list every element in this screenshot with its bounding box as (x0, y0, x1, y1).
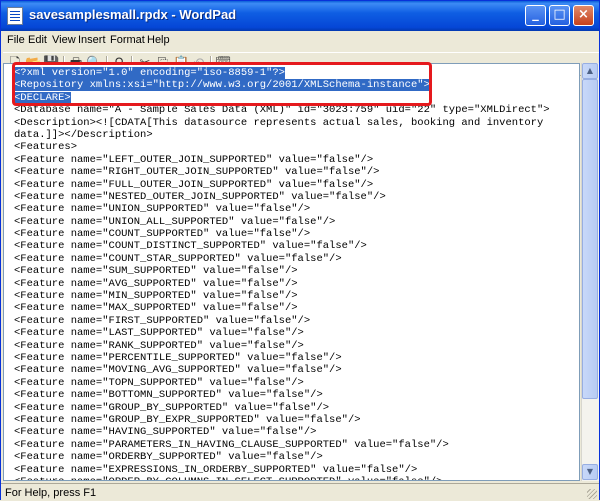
resize-grip[interactable] (587, 489, 597, 499)
document-lines: <?xml version="1.0" encoding="iso-8859-1… (14, 67, 550, 480)
menu-insert[interactable]: Insert (78, 34, 106, 46)
document-line: <Feature name="BOTTOMN_SUPPORTED" value=… (14, 389, 323, 402)
scroll-down-button[interactable]: ▼ (582, 464, 598, 480)
document-line: <Feature name="RANK_SUPPORTED" value="fa… (14, 339, 304, 352)
document-line: <Feature name="COUNT_SUPPORTED" value="f… (14, 228, 311, 241)
maximize-button[interactable]: □ (549, 5, 570, 26)
document-line: <Features> (14, 141, 78, 154)
scroll-up-button[interactable]: ▲ (582, 63, 598, 79)
document-line: <Description><![CDATA[This datasource re… (14, 116, 544, 129)
document-line: <Feature name="ORDER_BY_COLUMNS_IN_SELEC… (14, 476, 550, 480)
menu-bar: File Edit View Insert Format Help (1, 31, 599, 51)
document-line: <Feature name="GROUP_BY_SUPPORTED" value… (14, 401, 330, 414)
document-line: <Feature name="FULL_OUTER_JOIN_SUPPORTED… (14, 178, 374, 191)
wordpad-app-icon[interactable] (7, 7, 23, 25)
vertical-scrollbar[interactable]: ▲ ▼ (581, 63, 599, 481)
document-line: <Feature name="COUNT_STAR_SUPPORTED" val… (14, 252, 342, 265)
status-text: For Help, press F1 (5, 487, 97, 499)
document-line: <Feature name="SUM_SUPPORTED" value="fal… (14, 265, 298, 278)
document-line: <Database name="A - Sample Sales Data (X… (14, 104, 550, 117)
document-line: <Feature name="AVG_SUPPORTED" value="fal… (14, 277, 298, 290)
close-button[interactable]: × (573, 5, 594, 26)
menu-view[interactable]: View (52, 34, 76, 46)
document-line: <Feature name="UNION_SUPPORTED" value="f… (14, 203, 311, 216)
menu-help[interactable]: Help (147, 34, 170, 46)
document-line: <Feature name="FIRST_SUPPORTED" value="f… (14, 314, 311, 327)
menu-edit[interactable]: Edit (28, 34, 47, 46)
document-text-area[interactable]: <?xml version="1.0" encoding="iso-8859-1… (3, 63, 580, 481)
document-line: <Feature name="COUNT_DISTINCT_SUPPORTED"… (14, 240, 367, 253)
document-line: <Feature name="PARAMETERS_IN_HAVING_CLAU… (14, 438, 449, 451)
document-line: <Feature name="NESTED_OUTER_JOIN_SUPPORT… (14, 190, 386, 203)
document-line: <Feature name="PERCENTILE_SUPPORTED" val… (14, 351, 342, 364)
status-bar: For Help, press F1 (1, 483, 599, 501)
title-bar[interactable]: savesamplesmall.rpdx - WordPad _ □ × (1, 1, 599, 31)
document-line: <Feature name="MIN_SUPPORTED" value="fal… (14, 290, 298, 303)
document-line: <Feature name="TOPN_SUPPORTED" value="fa… (14, 376, 304, 389)
document-line: <Feature name="UNION_ALL_SUPPORTED" valu… (14, 215, 336, 228)
wordpad-window: savesamplesmall.rpdx - WordPad _ □ × Fil… (0, 0, 600, 501)
document-line: <Feature name="HAVING_SUPPORTED" value="… (14, 426, 317, 439)
document-line: data.]]></Description> (14, 128, 153, 141)
menu-format[interactable]: Format (110, 34, 145, 46)
window-title: savesamplesmall.rpdx - WordPad (29, 7, 237, 22)
scroll-thumb[interactable] (582, 79, 598, 399)
document-line: <Feature name="MOVING_AVG_SUPPORTED" val… (14, 364, 342, 377)
document-line: <Feature name="EXPRESSIONS_IN_ORDERBY_SU… (14, 463, 418, 476)
document-line: <Feature name="LAST_SUPPORTED" value="fa… (14, 327, 304, 340)
document-line: <Feature name="RIGHT_OUTER_JOIN_SUPPORTE… (14, 166, 380, 179)
red-highlight-annotation (12, 62, 432, 106)
document-line: <Feature name="ORDERBY_SUPPORTED" value=… (14, 451, 323, 464)
minimize-button[interactable]: _ (525, 5, 546, 26)
document-line: <Feature name="GROUP_BY_EXPR_SUPPORTED" … (14, 413, 361, 426)
document-line: <Feature name="LEFT_OUTER_JOIN_SUPPORTED… (14, 153, 374, 166)
menu-file[interactable]: File (7, 34, 25, 46)
document-line: <Feature name="MAX_SUPPORTED" value="fal… (14, 302, 298, 315)
